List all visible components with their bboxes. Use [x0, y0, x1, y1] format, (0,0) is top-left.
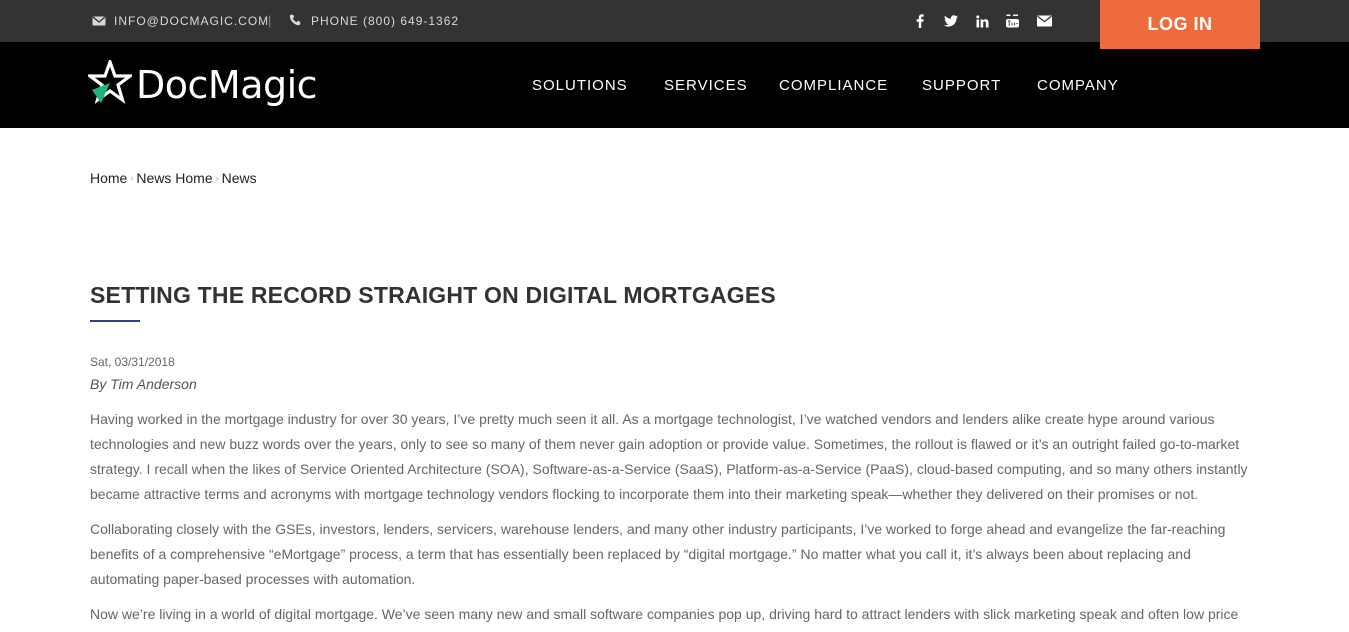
- breadcrumb-home[interactable]: Home: [90, 170, 127, 186]
- breadcrumb: Home › News Home › News: [90, 170, 257, 186]
- star-logo-icon: [85, 56, 135, 111]
- nav-services[interactable]: SERVICES: [664, 77, 748, 94]
- nav-company[interactable]: COMPANY: [1037, 77, 1119, 94]
- contact-phone[interactable]: PHONE (800) 649-1362: [289, 0, 459, 42]
- contact-separator: |: [268, 13, 272, 28]
- facebook-icon[interactable]: [913, 12, 927, 30]
- article-author: By Tim Anderson: [90, 376, 197, 392]
- envelope-icon: [92, 14, 106, 28]
- breadcrumb-news[interactable]: News: [222, 170, 257, 186]
- article-paragraph: Collaborating closely with the GSEs, inv…: [90, 521, 1226, 587]
- title-underline: [90, 320, 140, 322]
- contact-email[interactable]: INFO@DOCMAGIC.COM: [92, 0, 269, 42]
- breadcrumb-news-home[interactable]: News Home: [136, 170, 212, 186]
- contact-phone-text: PHONE (800) 649-1362: [311, 14, 460, 28]
- article-title: SETTING THE RECORD STRAIGHT ON DIGITAL M…: [90, 282, 776, 308]
- article-date: Sat, 03/31/2018: [90, 355, 175, 369]
- docmagic-logo[interactable]: DocMagic: [85, 56, 318, 111]
- brand-name: DocMagic: [136, 63, 318, 107]
- nav-compliance[interactable]: COMPLIANCE: [779, 77, 888, 94]
- envelope-icon[interactable]: [1036, 12, 1052, 30]
- main-navbar: DocMagic SOLUTIONS SERVICES COMPLIANCE S…: [0, 42, 1349, 128]
- login-button[interactable]: LOG IN: [1100, 0, 1260, 49]
- youtube-icon[interactable]: [1005, 12, 1020, 30]
- nav-support[interactable]: SUPPORT: [922, 77, 1001, 94]
- phone-icon: [289, 14, 303, 28]
- article-paragraph: Having worked in the mortgage industry f…: [90, 411, 1248, 502]
- linkedin-icon[interactable]: [975, 12, 989, 30]
- contact-email-text: INFO@DOCMAGIC.COM: [114, 14, 270, 28]
- breadcrumb-separator: ›: [130, 173, 134, 183]
- twitter-icon[interactable]: [943, 12, 959, 30]
- article-paragraph: Now we’re living in a world of digital m…: [90, 606, 1239, 622]
- nav-solutions[interactable]: SOLUTIONS: [532, 77, 628, 94]
- breadcrumb-separator: ›: [215, 173, 219, 183]
